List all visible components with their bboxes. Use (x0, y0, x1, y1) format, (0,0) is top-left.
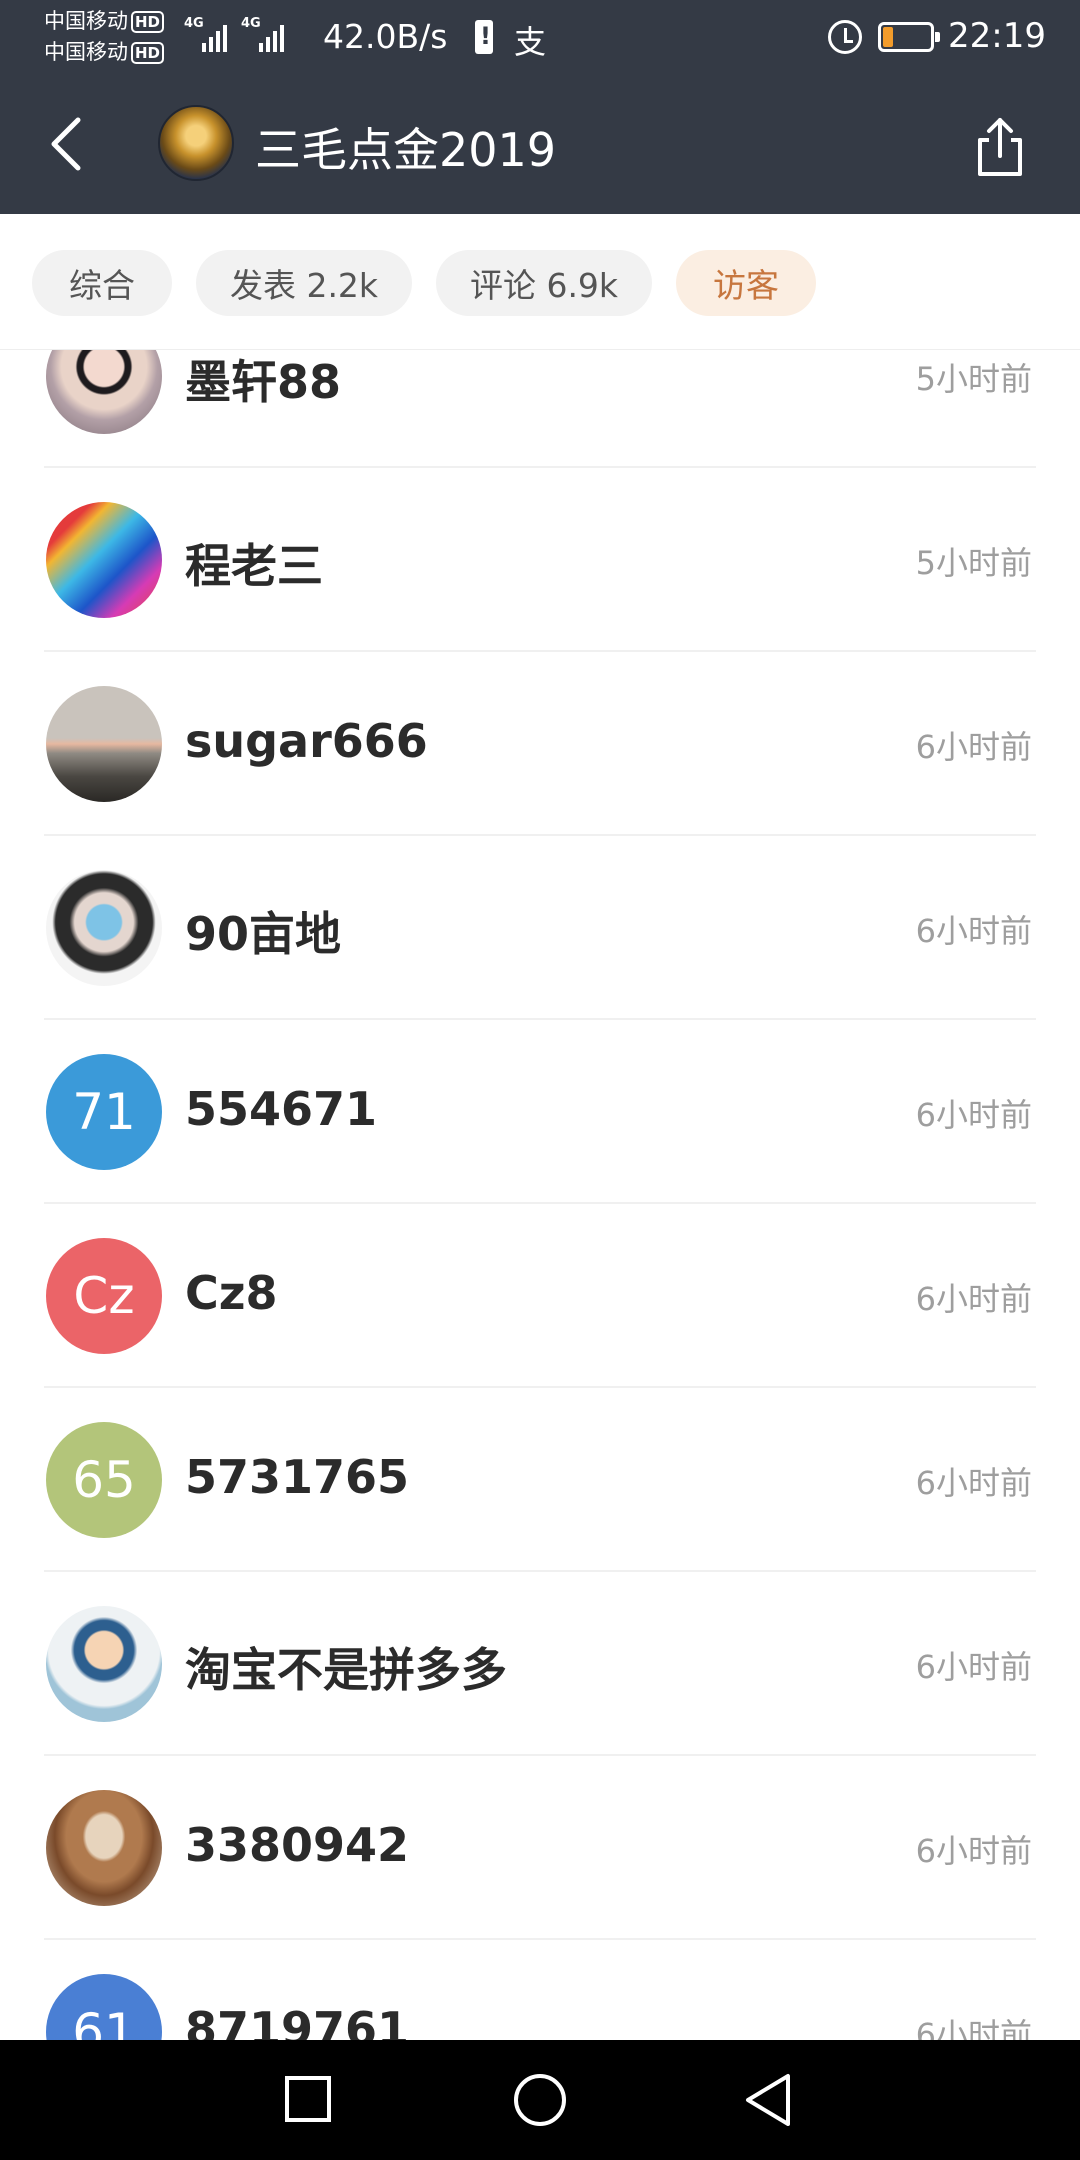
avatar[interactable]: Cz (46, 1238, 162, 1354)
visitor-name[interactable]: 90亩地 (185, 898, 341, 964)
visitor-name[interactable]: 墨轩88 (185, 350, 341, 412)
visit-time: 6小时前 (915, 1832, 1032, 1870)
visit-time: 6小时前 (915, 912, 1032, 950)
avatar[interactable] (158, 105, 234, 181)
visit-time: 6小时前 (915, 1464, 1032, 1502)
signal-icon: 4G (184, 14, 227, 52)
page-title: 三毛点金2019 (255, 123, 557, 177)
visit-time: 5小时前 (915, 544, 1032, 582)
tab-overview[interactable]: 综合 (32, 250, 172, 316)
visitor-list: 墨轩88 5小时前 程老三 5小时前 sugar666 6小时前 90亩地 6小… (0, 350, 1080, 2040)
status-bar: 中国移动HD 中国移动HD 4G 4G 42.0B/s 支 22:19 (0, 0, 1080, 76)
clock: 22:19 (948, 16, 1046, 56)
filter-tabs: 综合 发表 2.2k 评论 6.9k 访客 (0, 214, 1080, 350)
triangle-back-icon[interactable] (708, 2040, 828, 2160)
system-nav-bar (0, 2040, 1080, 2160)
avatar[interactable] (46, 870, 162, 986)
battery-alert-icon (475, 20, 493, 54)
network-type: 4G (241, 16, 261, 31)
tab-visitors[interactable]: 访客 (676, 250, 816, 316)
visitor-name[interactable]: 5731765 (185, 1450, 409, 1504)
tab-posts[interactable]: 发表 2.2k (196, 250, 412, 316)
list-item[interactable]: 墨轩88 5小时前 (0, 350, 1080, 468)
network-type: 4G (184, 16, 204, 31)
top-app-bar: 三毛点金2019 (0, 76, 1080, 214)
list-item[interactable]: 90亩地 6小时前 (0, 836, 1080, 1020)
avatar[interactable]: 61 (46, 1974, 162, 2040)
visitor-name[interactable]: 淘宝不是拼多多 (185, 1634, 507, 1700)
list-item[interactable]: 程老三 5小时前 (0, 468, 1080, 652)
carrier-label: 中国移动 (44, 9, 128, 33)
list-item[interactable]: Cz Cz8 6小时前 (0, 1204, 1080, 1388)
carrier-info: 中国移动 HD 中国移动 HD (44, 6, 165, 68)
list-item[interactable]: 3380942 6小时前 (0, 1756, 1080, 1940)
tab-comments[interactable]: 评论 6.9k (436, 250, 652, 316)
signal-icon: 4G (241, 14, 284, 52)
visit-time: 6小时前 (915, 2016, 1032, 2040)
visitor-name[interactable]: 3380942 (185, 1818, 409, 1872)
list-item[interactable]: 淘宝不是拼多多 6小时前 (0, 1572, 1080, 1756)
list-item[interactable]: sugar666 6小时前 (0, 652, 1080, 836)
list-item[interactable]: 65 5731765 6小时前 (0, 1388, 1080, 1572)
avatar[interactable]: 71 (46, 1054, 162, 1170)
carrier-label: 中国移动 (44, 40, 128, 64)
circle-home-icon[interactable] (480, 2040, 600, 2160)
net-speed: 42.0B/s (323, 17, 448, 56)
avatar[interactable] (46, 502, 162, 618)
avatar[interactable] (46, 1606, 162, 1722)
list-item[interactable]: 71 554671 6小时前 (0, 1020, 1080, 1204)
avatar[interactable] (46, 1790, 162, 1906)
avatar[interactable] (46, 686, 162, 802)
hd-badge: HD (131, 41, 165, 64)
share-icon[interactable] (970, 114, 1030, 180)
visit-time: 6小时前 (915, 1096, 1032, 1134)
visitor-name[interactable]: 8719761 (185, 2002, 409, 2040)
visitor-name[interactable]: sugar666 (185, 714, 428, 768)
list-item[interactable]: 61 8719761 6小时前 (0, 1940, 1080, 2040)
hd-badge: HD (131, 10, 165, 33)
alarm-clock-icon (828, 20, 862, 54)
chevron-left-icon[interactable] (42, 114, 102, 174)
signal-strength: 4G 4G (184, 14, 284, 52)
battery-icon (878, 22, 940, 52)
visit-time: 6小时前 (915, 1648, 1032, 1686)
alipay-icon: 支 (514, 23, 547, 61)
visit-time: 5小时前 (915, 360, 1032, 398)
visit-time: 6小时前 (915, 728, 1032, 766)
visitor-name[interactable]: 程老三 (185, 530, 323, 596)
visitor-name[interactable]: 554671 (185, 1082, 377, 1136)
visit-time: 6小时前 (915, 1280, 1032, 1318)
avatar[interactable] (46, 350, 162, 434)
visitor-name[interactable]: Cz8 (185, 1266, 278, 1320)
avatar[interactable]: 65 (46, 1422, 162, 1538)
square-recents-icon[interactable] (249, 2040, 369, 2160)
